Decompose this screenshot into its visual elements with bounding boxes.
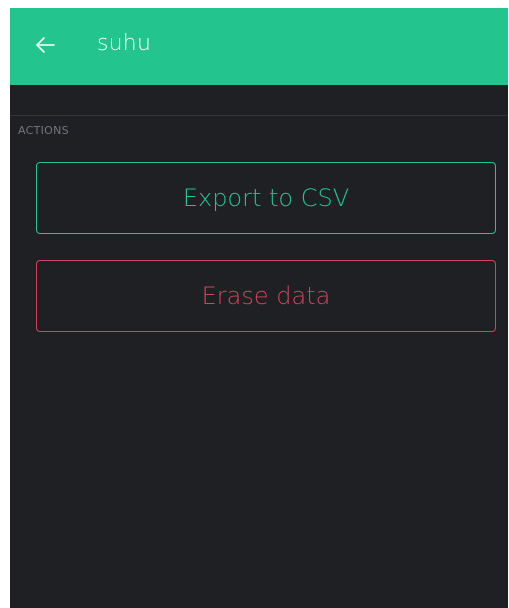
section-divider bbox=[10, 115, 508, 116]
screen: suhu ACTIONS Export to CSV Erase data bbox=[10, 8, 508, 608]
export-csv-button[interactable]: Export to CSV bbox=[36, 162, 496, 234]
erase-data-button[interactable]: Erase data bbox=[36, 260, 496, 332]
actions-section-label: ACTIONS bbox=[18, 124, 69, 137]
app-bar: suhu bbox=[10, 8, 508, 85]
page-title: suhu bbox=[97, 31, 152, 56]
back-arrow-icon[interactable] bbox=[34, 34, 56, 56]
